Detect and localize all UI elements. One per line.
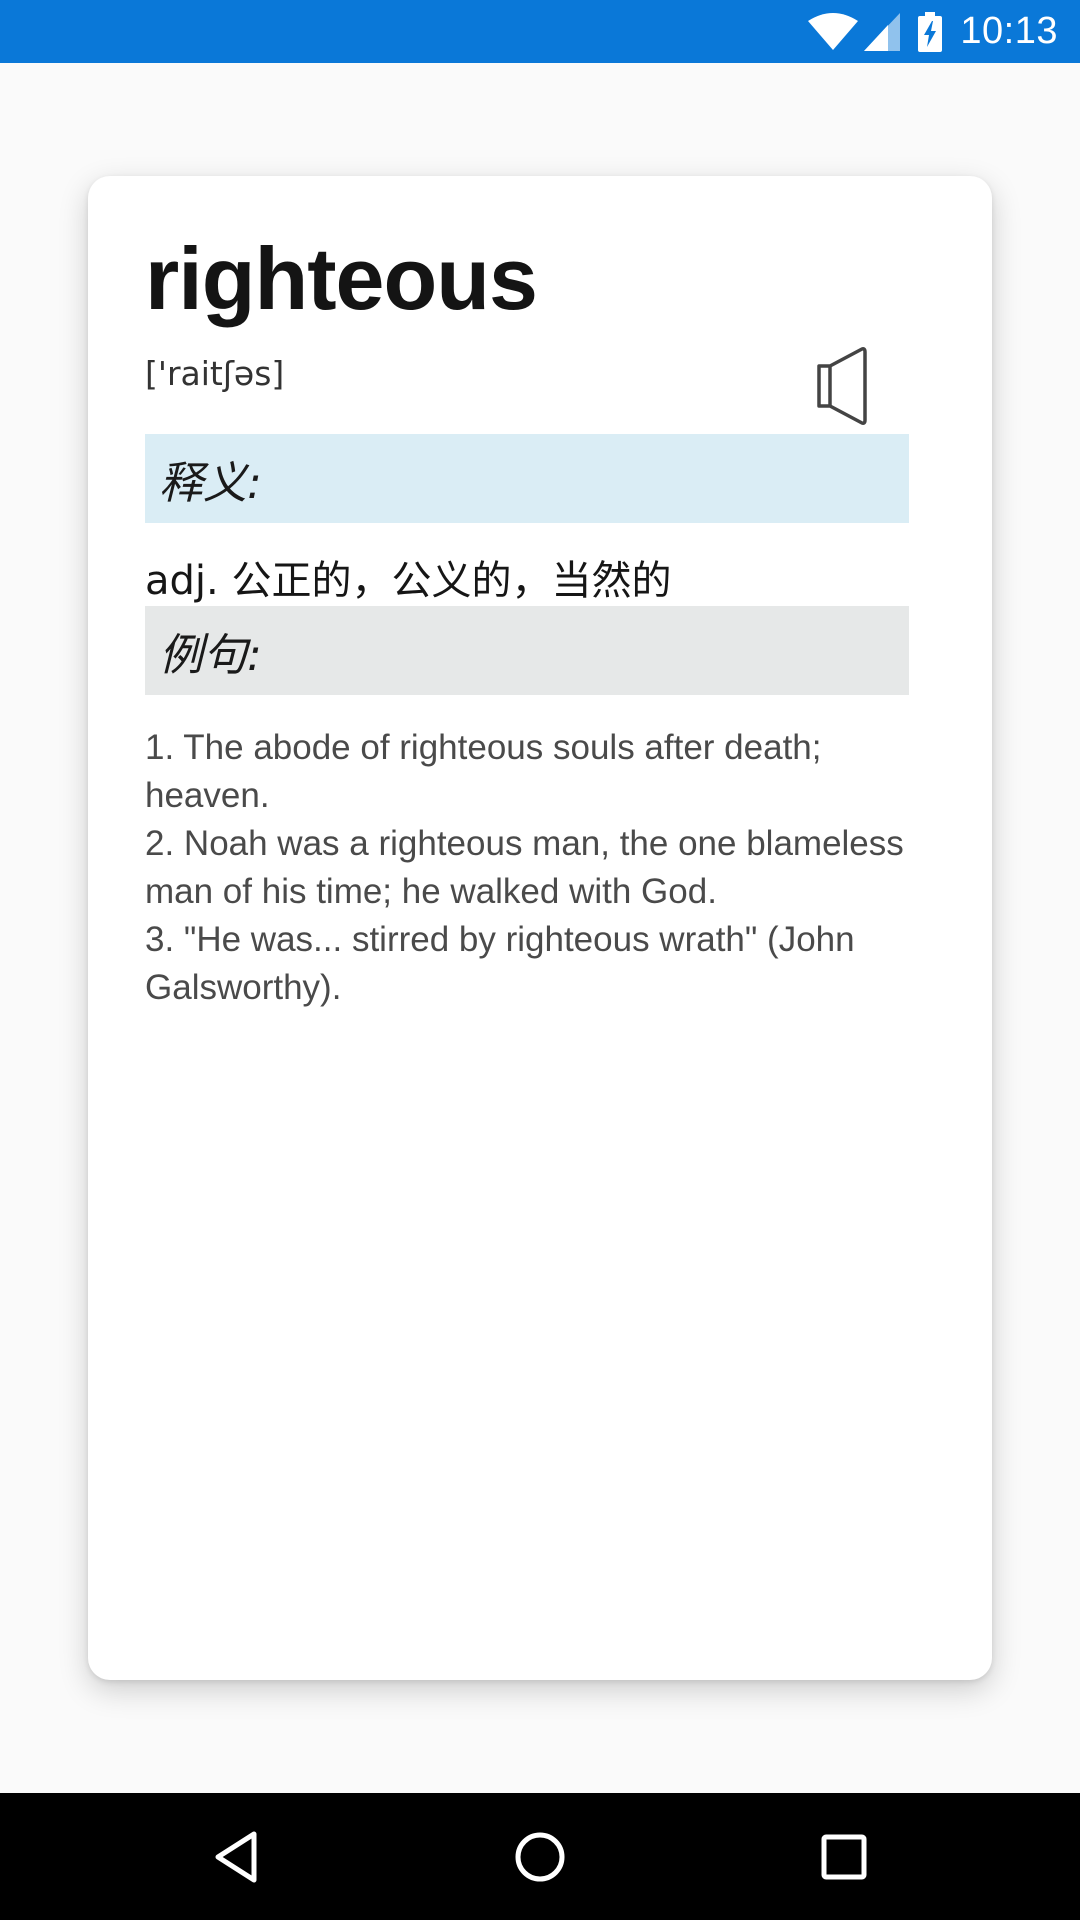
status-bar: 10:13	[0, 0, 1080, 63]
navigation-bar	[0, 1793, 1080, 1920]
speaker-icon[interactable]	[816, 346, 874, 426]
phonetic: ['raitʃəs]	[145, 354, 285, 393]
status-time: 10:13	[960, 10, 1058, 52]
recent-apps-icon	[821, 1834, 867, 1879]
battery-charging-icon	[918, 11, 943, 52]
meaning-heading: 释义:	[145, 434, 909, 523]
meaning-text: adj. 公正的，公义的，当然的	[145, 558, 672, 604]
word-title: righteous	[145, 229, 538, 328]
home-button[interactable]	[480, 1793, 600, 1920]
examples-heading-label: 例句:	[159, 629, 262, 681]
meaning-heading-label: 释义:	[159, 457, 262, 509]
wifi-icon	[808, 12, 859, 50]
example-sentence: 3. "He was... stirred by righteous wrath…	[145, 920, 855, 1007]
status-icons: 10:13	[808, 0, 1058, 63]
recent-apps-button[interactable]	[784, 1793, 904, 1920]
examples-heading: 例句:	[145, 606, 909, 695]
cell-signal-icon	[864, 12, 901, 51]
back-icon	[215, 1831, 257, 1882]
examples-list: 1. The abode of righteous souls after de…	[145, 724, 935, 1012]
back-button[interactable]	[176, 1793, 296, 1920]
home-icon	[515, 1832, 565, 1881]
example-sentence: 2. Noah was a righteous man, the one bla…	[145, 824, 904, 911]
example-sentence: 1. The abode of righteous souls after de…	[145, 728, 822, 815]
word-card: righteous ['raitʃəs] 释义: adj. 公正的，公义的，当然…	[88, 176, 992, 1680]
